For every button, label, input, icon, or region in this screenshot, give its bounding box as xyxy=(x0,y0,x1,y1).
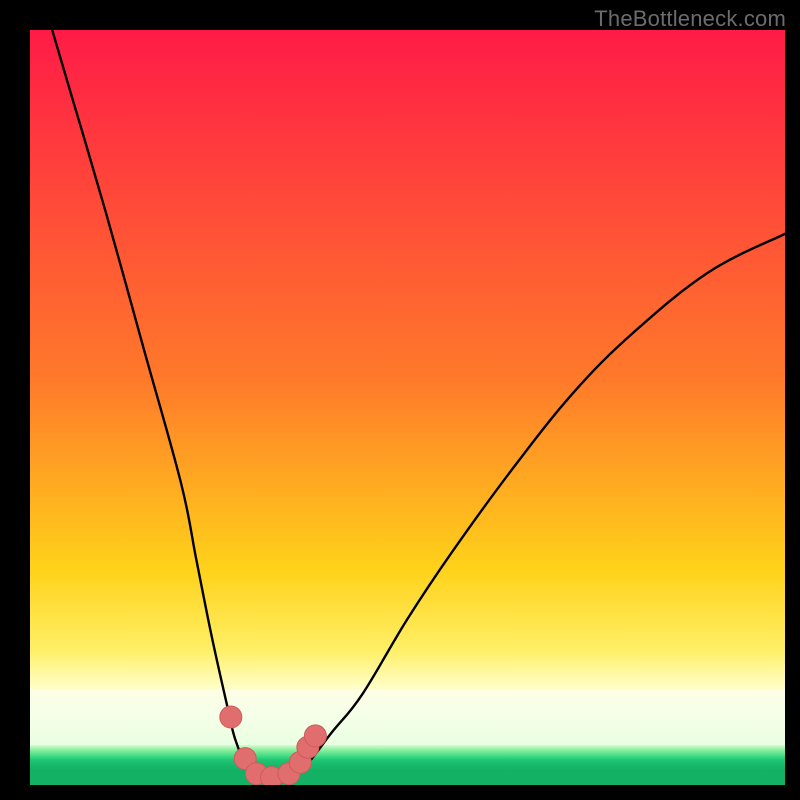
plot-area xyxy=(30,30,785,785)
curve-marker xyxy=(220,706,242,728)
marker-group xyxy=(220,706,327,785)
watermark-text: TheBottleneck.com xyxy=(594,6,786,32)
chart-svg xyxy=(30,30,785,785)
curve-marker xyxy=(304,725,326,747)
bottleneck-curve xyxy=(30,30,785,783)
chart-frame: TheBottleneck.com xyxy=(0,0,800,800)
